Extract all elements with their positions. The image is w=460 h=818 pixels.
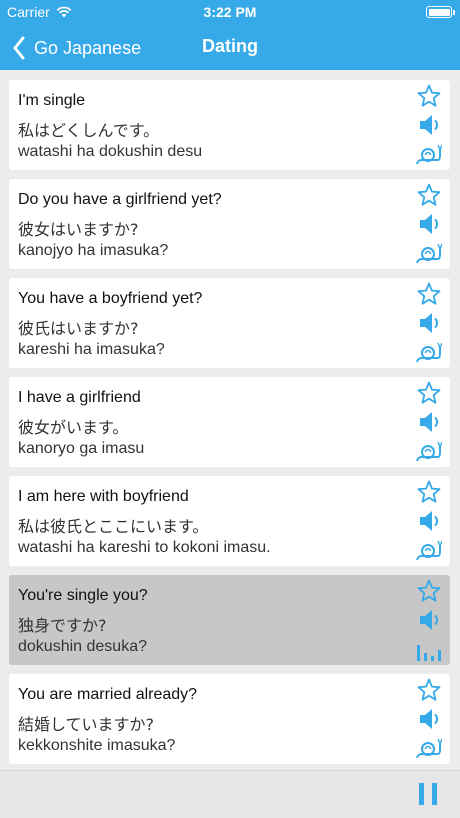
english-text: I have a girlfriend <box>18 389 141 406</box>
romaji-text: kanoryo ga imasu <box>18 440 145 457</box>
snail-icon[interactable] <box>416 142 442 166</box>
snail-icon[interactable] <box>416 340 442 364</box>
phrase-card[interactable]: I'm single 私はどくしんです。 watashi ha dokushin… <box>9 80 450 170</box>
japanese-text: 彼女はいますか? <box>18 220 139 239</box>
star-outline-icon[interactable] <box>416 480 442 504</box>
speaker-icon[interactable] <box>416 410 442 434</box>
star-outline-icon[interactable] <box>416 678 442 702</box>
romaji-text: dokushin desuka? <box>18 638 147 655</box>
japanese-text: 彼氏はいますか? <box>18 319 139 338</box>
navigation-bar: Carrier 3:22 PM Go Japanese Dating <box>0 0 460 70</box>
romaji-text: watashi ha kareshi to kokoni imasu. <box>18 539 271 556</box>
english-text: Do you have a girlfriend yet? <box>18 191 222 208</box>
romaji-text: kareshi ha imasuka? <box>18 341 165 358</box>
english-text: I am here with boyfriend <box>18 488 189 505</box>
phrase-card[interactable]: You are married already? 結婚していますか? kekko… <box>9 674 450 764</box>
star-outline-icon[interactable] <box>416 282 442 306</box>
english-text: You are married already? <box>18 686 198 703</box>
japanese-text: 結婚していますか? <box>18 715 155 734</box>
japanese-text: 私はどくしんです。 <box>18 121 160 140</box>
phrase-list: I'm single 私はどくしんです。 watashi ha dokushin… <box>9 80 450 773</box>
speaker-icon[interactable] <box>416 509 442 533</box>
english-text: I'm single <box>18 92 86 109</box>
battery-icon <box>426 6 455 18</box>
japanese-text: 彼女がいます。 <box>18 418 129 437</box>
speaker-icon[interactable] <box>416 113 442 137</box>
star-outline-icon[interactable] <box>416 381 442 405</box>
speaker-icon[interactable] <box>416 608 442 632</box>
star-outline-icon[interactable] <box>416 579 442 603</box>
snail-icon[interactable] <box>416 241 442 265</box>
star-outline-icon[interactable] <box>416 84 442 108</box>
speaker-icon[interactable] <box>416 707 442 731</box>
speaker-icon[interactable] <box>416 311 442 335</box>
phrase-card[interactable]: Do you have a girlfriend yet? 彼女はいますか? k… <box>9 179 450 269</box>
pause-icon[interactable] <box>417 781 439 807</box>
phrase-card[interactable]: You have a boyfriend yet? 彼氏はいますか? kares… <box>9 278 450 368</box>
romaji-text: kekkonshite imasuka? <box>18 737 176 754</box>
equalizer-icon <box>417 645 441 661</box>
romaji-text: watashi ha dokushin desu <box>18 143 203 160</box>
romaji-text: kanojyo ha imasuka? <box>18 242 169 259</box>
phrase-card[interactable]: I am here with boyfriend 私は彼氏とここにいます。 wa… <box>9 476 450 566</box>
player-bar <box>0 770 460 818</box>
japanese-text: 私は彼氏とここにいます。 <box>18 517 209 536</box>
snail-icon[interactable] <box>416 538 442 562</box>
japanese-text: 独身ですか? <box>18 616 107 635</box>
status-bar: Carrier 3:22 PM <box>0 0 460 24</box>
speaker-icon[interactable] <box>416 212 442 236</box>
snail-icon[interactable] <box>416 736 442 760</box>
clock: 3:22 PM <box>203 4 257 20</box>
phrase-card-playing[interactable]: You're single you? 独身ですか? dokushin desuk… <box>9 575 450 665</box>
star-outline-icon[interactable] <box>416 183 442 207</box>
english-text: You're single you? <box>18 587 148 604</box>
phrase-card[interactable]: I have a girlfriend 彼女がいます。 kanoryo ga i… <box>9 377 450 467</box>
english-text: You have a boyfriend yet? <box>18 290 203 307</box>
snail-icon[interactable] <box>416 439 442 463</box>
page-title: Dating <box>202 36 258 56</box>
